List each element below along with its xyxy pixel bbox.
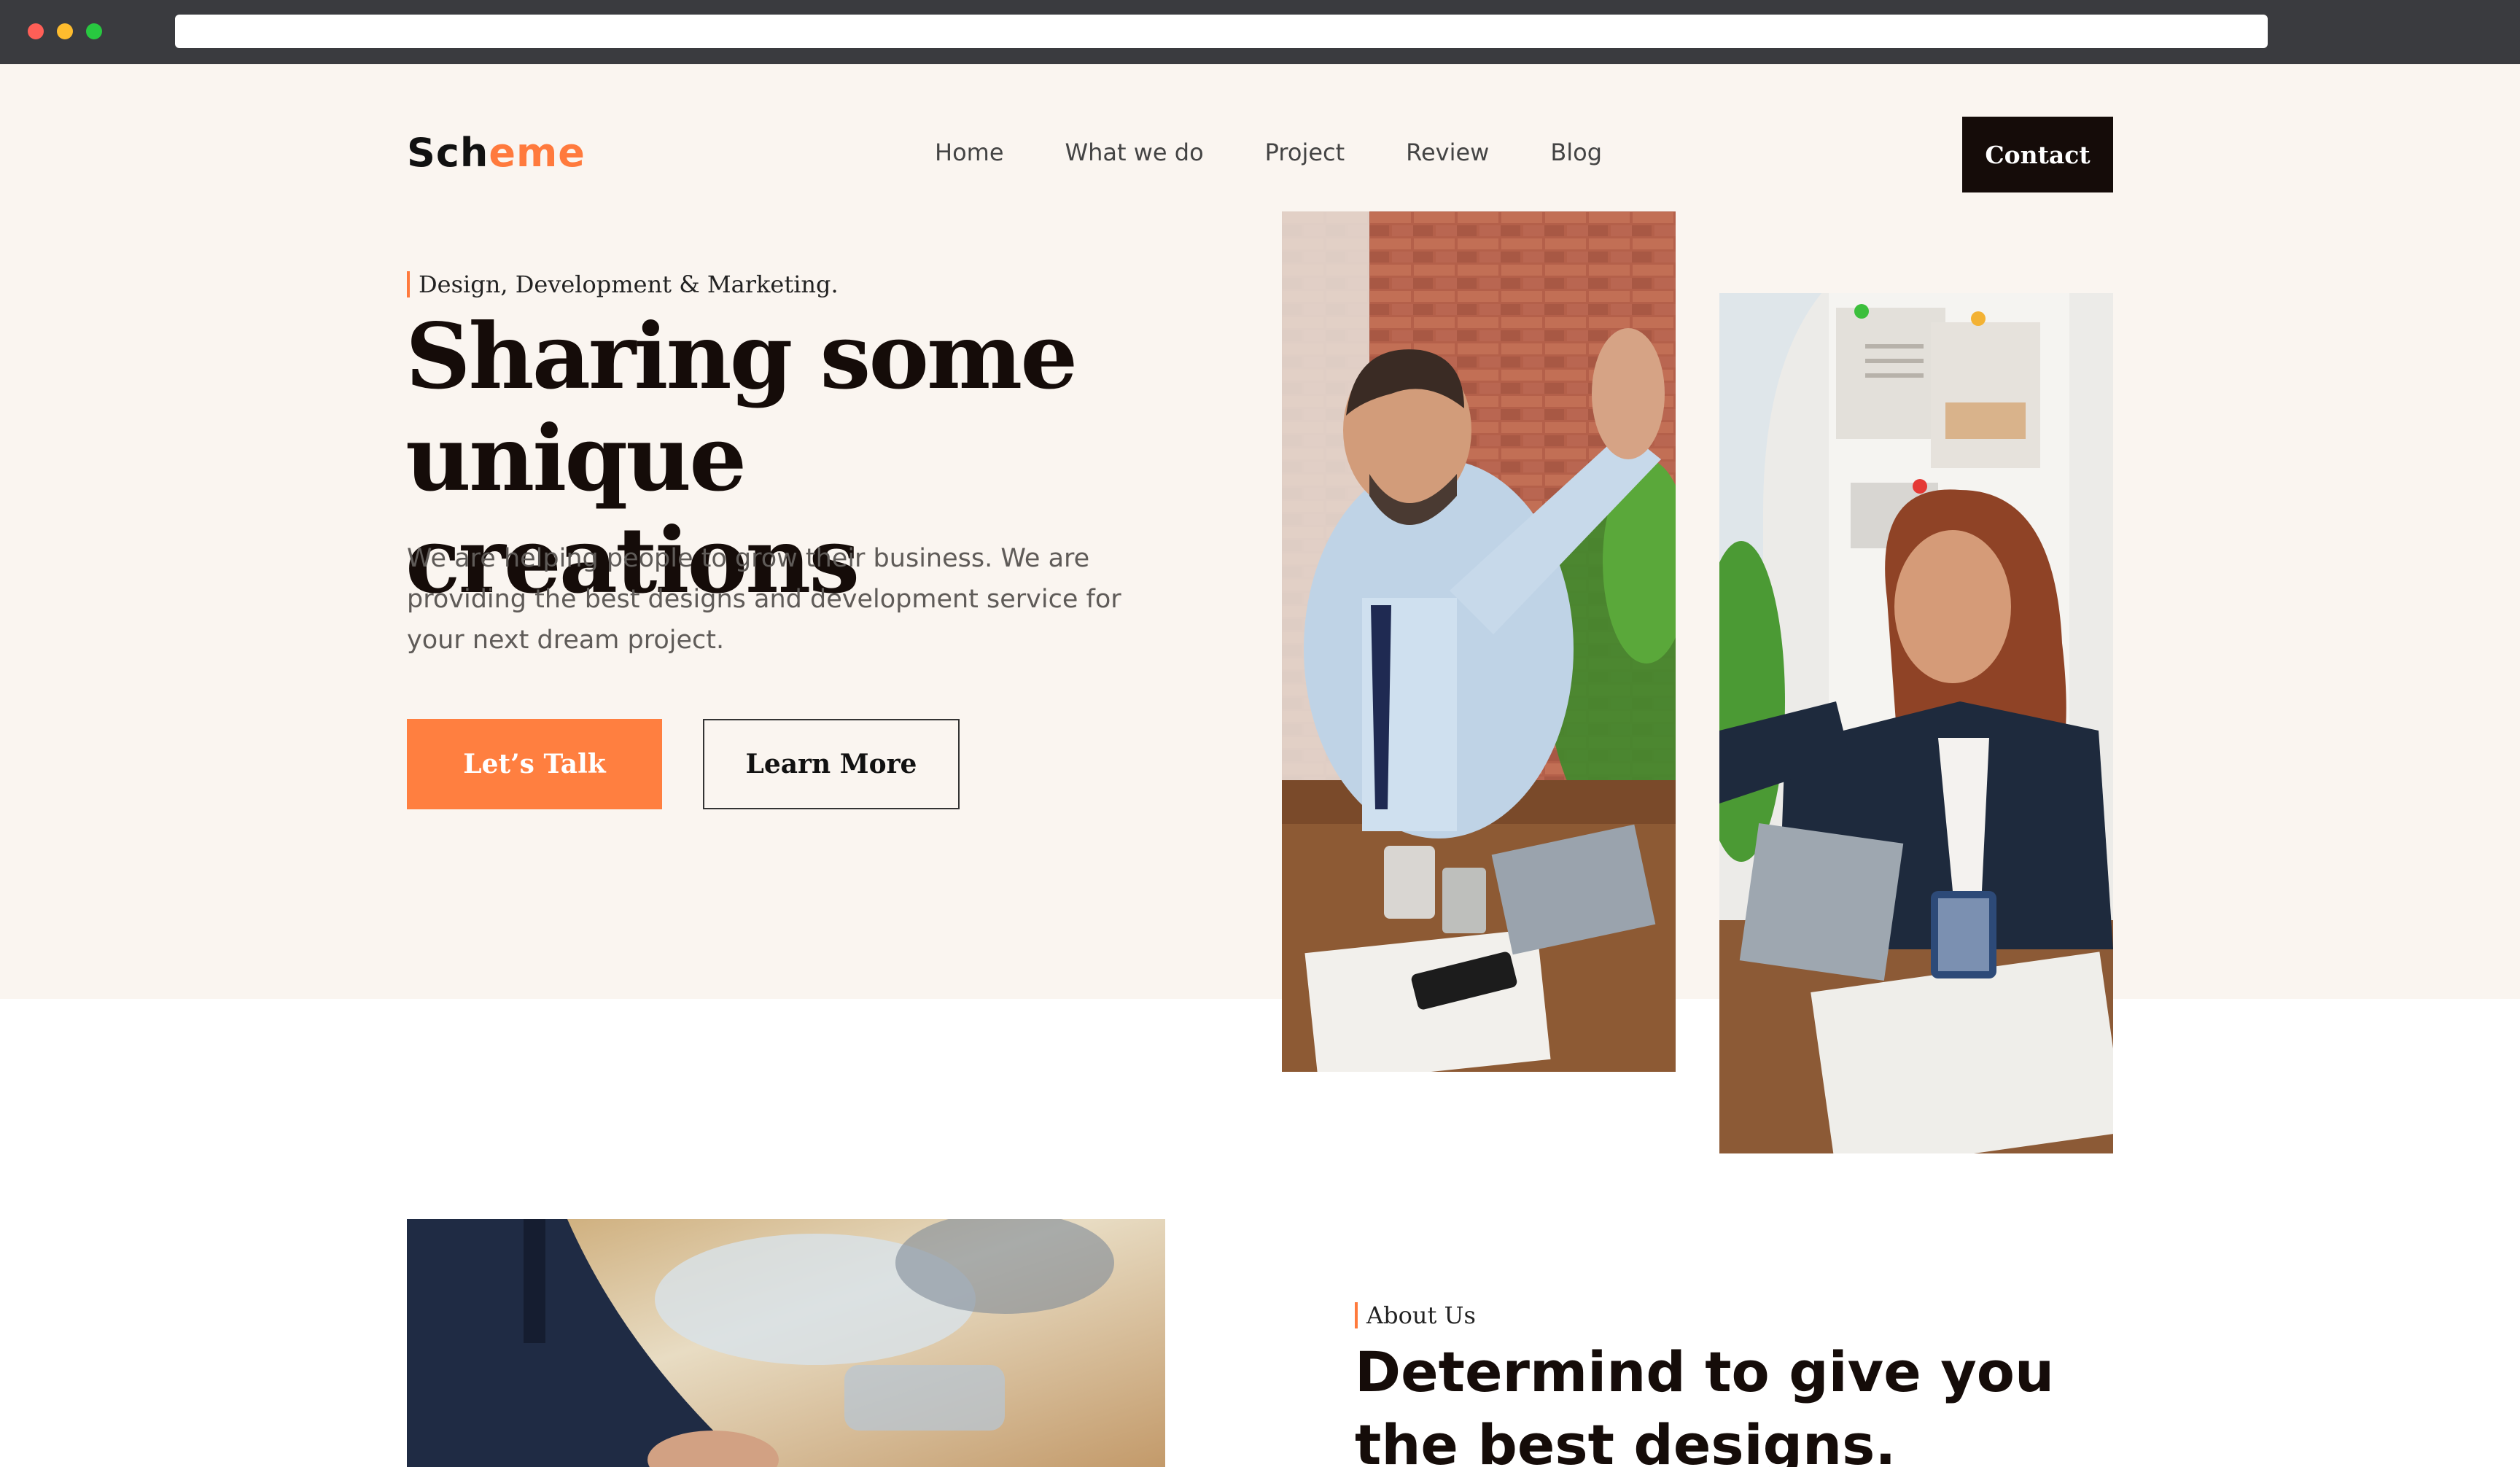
learn-more-button[interactable]: Learn More bbox=[703, 719, 960, 809]
nav-home[interactable]: Home bbox=[935, 139, 1004, 166]
window-minimize-icon[interactable] bbox=[57, 23, 73, 39]
hero-eyebrow: Design, Development & Marketing. bbox=[407, 271, 839, 297]
logo-accent: eme bbox=[489, 130, 586, 176]
logo-prefix: Sch bbox=[407, 130, 489, 176]
browser-toolbar bbox=[0, 0, 2520, 64]
site-logo[interactable]: Scheme bbox=[407, 130, 586, 176]
main-nav: Home What we do Project Review Blog bbox=[935, 139, 1602, 166]
about-eyebrow: About Us bbox=[1355, 1302, 1476, 1328]
window-maximize-icon[interactable] bbox=[86, 23, 102, 39]
nav-blog[interactable]: Blog bbox=[1550, 139, 1602, 166]
hero-title-line-1: Sharing some bbox=[405, 304, 1078, 410]
nav-review[interactable]: Review bbox=[1406, 139, 1489, 166]
contact-button[interactable]: Contact bbox=[1962, 117, 2113, 192]
hero-photo-man bbox=[1282, 211, 1676, 1072]
address-bar[interactable] bbox=[175, 15, 2268, 48]
hero-subtitle: We are helping people to grow their busi… bbox=[407, 544, 1121, 655]
nav-what-we-do[interactable]: What we do bbox=[1065, 139, 1204, 166]
nav-project[interactable]: Project bbox=[1265, 139, 1345, 166]
window-close-icon[interactable] bbox=[28, 23, 44, 39]
lets-talk-button[interactable]: Let’s Talk bbox=[407, 719, 662, 809]
hero-photo-woman bbox=[1719, 293, 2113, 1153]
about-title: Determind to give you the best designs. bbox=[1355, 1339, 2055, 1467]
hero-background bbox=[0, 64, 2520, 999]
about-photo-handshake bbox=[407, 1219, 1165, 1467]
